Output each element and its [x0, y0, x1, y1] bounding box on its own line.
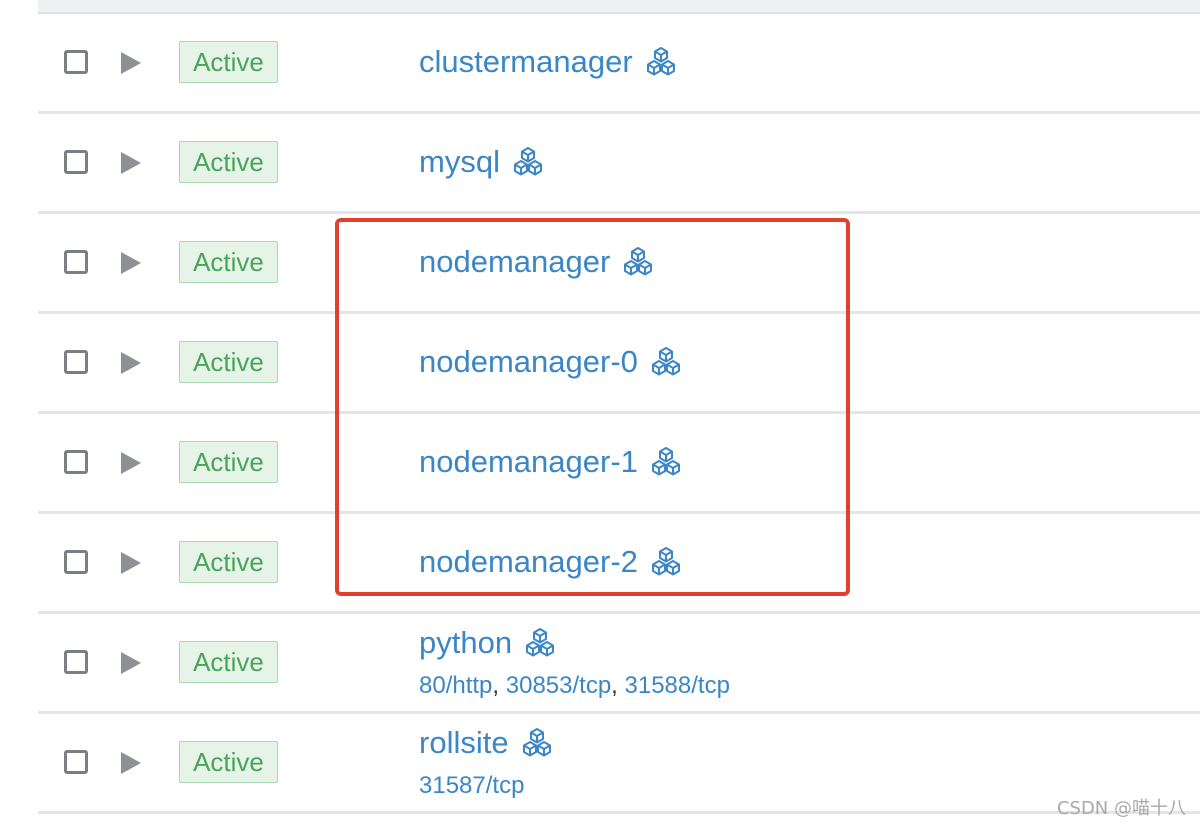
workload-name-link[interactable]: clustermanager	[419, 44, 633, 80]
row-select-checkbox[interactable]	[64, 250, 88, 274]
row-select-checkbox[interactable]	[64, 350, 88, 374]
status-badge: Active	[179, 141, 278, 183]
table-row: Active rollsite 31587/tcp	[0, 714, 1200, 814]
workload-name-link[interactable]: nodemanager-1	[419, 444, 638, 480]
workload-list-page: Active clustermanager Active mysql Active nod…	[0, 0, 1200, 828]
workload-name-cell: nodemanager	[419, 242, 654, 282]
status-badge: Active	[179, 341, 278, 383]
expand-row-caret-icon[interactable]	[121, 552, 141, 574]
port-link[interactable]: 31587/tcp	[419, 772, 524, 799]
row-select-checkbox[interactable]	[64, 450, 88, 474]
stack-cubes-icon	[524, 627, 556, 659]
table-row: Active nodemanager-2	[0, 514, 1200, 614]
status-badge: Active	[179, 741, 278, 783]
expand-row-caret-icon[interactable]	[121, 352, 141, 374]
table-row: Active python 80/http, 30853/tcp, 31588/tc…	[0, 614, 1200, 714]
port-list: 80/http, 30853/tcp, 31588/tcp	[419, 672, 730, 700]
expand-row-caret-icon[interactable]	[121, 752, 141, 774]
port-link[interactable]: 31588/tcp	[625, 672, 730, 699]
stack-cubes-icon	[645, 46, 677, 78]
workload-name-link[interactable]: mysql	[419, 144, 500, 180]
table-header-strip	[38, 0, 1200, 14]
workload-table-body: Active clustermanager Active mysql Active nod…	[0, 14, 1200, 814]
stack-cubes-icon	[622, 246, 654, 278]
status-badge: Active	[179, 41, 278, 83]
workload-name-cell: nodemanager-1	[419, 442, 682, 482]
workload-name-link[interactable]: nodemanager-2	[419, 544, 638, 580]
expand-row-caret-icon[interactable]	[121, 252, 141, 274]
stack-cubes-icon	[650, 446, 682, 478]
workload-name-link[interactable]: python	[419, 625, 512, 661]
expand-row-caret-icon[interactable]	[121, 452, 141, 474]
table-row: Active clustermanager	[0, 14, 1200, 114]
workload-name-cell: nodemanager-0	[419, 342, 682, 382]
workload-name-cell: mysql	[419, 142, 544, 182]
row-select-checkbox[interactable]	[64, 750, 88, 774]
row-select-checkbox[interactable]	[64, 550, 88, 574]
port-link[interactable]: 30853/tcp	[506, 672, 611, 699]
stack-cubes-icon	[521, 727, 553, 759]
stack-cubes-icon	[512, 146, 544, 178]
expand-row-caret-icon[interactable]	[121, 652, 141, 674]
port-separator: ,	[611, 672, 625, 699]
table-row: Active mysql	[0, 114, 1200, 214]
port-list: 31587/tcp	[419, 772, 524, 800]
watermark-text: CSDN @喵十八	[1056, 798, 1186, 819]
row-select-checkbox[interactable]	[64, 650, 88, 674]
status-badge: Active	[179, 241, 278, 283]
table-row: Active nodemanager-1	[0, 414, 1200, 514]
row-select-checkbox[interactable]	[64, 50, 88, 74]
row-select-checkbox[interactable]	[64, 150, 88, 174]
expand-row-caret-icon[interactable]	[121, 52, 141, 74]
stack-cubes-icon	[650, 546, 682, 578]
workload-name-cell: nodemanager-2	[419, 542, 682, 582]
status-badge: Active	[179, 641, 278, 683]
port-link[interactable]: 80/http	[419, 672, 492, 699]
status-badge: Active	[179, 441, 278, 483]
workload-name-cell: rollsite	[419, 723, 553, 763]
workload-name-cell: python	[419, 623, 556, 663]
workload-name-link[interactable]: rollsite	[419, 725, 509, 761]
port-separator: ,	[492, 672, 506, 699]
table-row: Active nodemanager	[0, 214, 1200, 314]
stack-cubes-icon	[650, 346, 682, 378]
table-row: Active nodemanager-0	[0, 314, 1200, 414]
status-badge: Active	[179, 541, 278, 583]
workload-name-link[interactable]: nodemanager-0	[419, 344, 638, 380]
expand-row-caret-icon[interactable]	[121, 152, 141, 174]
workload-name-cell: clustermanager	[419, 42, 677, 82]
workload-name-link[interactable]: nodemanager	[419, 244, 610, 280]
